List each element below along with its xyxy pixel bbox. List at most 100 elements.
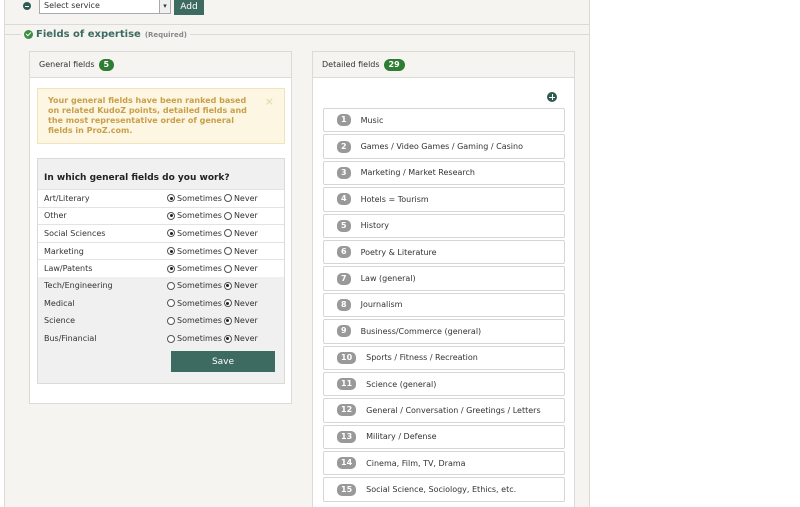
general-fields-form: In which general fields do you work? Art…	[37, 158, 285, 384]
radio-sometimes[interactable]	[167, 299, 175, 308]
general-field-row: Tech/Engineering Sometimes Never	[38, 277, 284, 295]
detailed-field-label: Marketing / Market Research	[360, 168, 475, 178]
general-field-row: Science Sometimes Never	[38, 312, 284, 330]
detailed-field-label: Law (general)	[360, 274, 416, 284]
detailed-field-item[interactable]: 9 Business/Commerce (general)	[323, 319, 565, 344]
radio-label-sometimes: Sometimes	[177, 246, 222, 256]
general-fields-count-badge: 5	[98, 58, 115, 71]
form-question: In which general fields do you work?	[44, 173, 230, 183]
radio-sometimes[interactable]	[167, 264, 175, 273]
radio-label-sometimes: Sometimes	[177, 316, 222, 326]
radio-never[interactable]	[223, 211, 232, 220]
radio-label-never: Never	[233, 246, 258, 256]
general-field-label: Other	[44, 211, 67, 221]
detailed-field-item[interactable]: 6 Poetry & Literature	[323, 239, 565, 265]
detailed-field-item[interactable]: 13 Military / Defense	[323, 424, 565, 450]
detailed-fields-title: Detailed fields	[322, 60, 380, 69]
detailed-field-label: Games / Video Games / Gaming / Casino	[360, 142, 523, 152]
rank-badge: 3	[337, 166, 351, 179]
detailed-field-item[interactable]: 4 Hotels = Tourism	[323, 187, 565, 212]
radio-never[interactable]	[223, 281, 232, 290]
radio-sometimes[interactable]	[167, 247, 175, 256]
radio-never[interactable]	[223, 316, 232, 325]
radio-never[interactable]	[223, 299, 232, 308]
radio-never[interactable]	[223, 247, 232, 256]
rank-badge: 1	[337, 114, 351, 127]
general-field-label: Science	[44, 316, 76, 326]
save-button[interactable]: Save	[171, 351, 275, 372]
general-field-label: Medical	[44, 298, 75, 308]
notice-text: Your general fields have been ranked bas…	[48, 96, 247, 135]
rank-badge: 11	[337, 378, 357, 391]
general-field-label: Bus/Financial	[44, 334, 97, 344]
radio-label-never: Never	[233, 193, 258, 203]
radio-never[interactable]	[223, 264, 232, 273]
service-select[interactable]: Select service ▾	[39, 0, 171, 14]
detailed-field-label: Sports / Fitness / Recreation	[366, 353, 478, 363]
detailed-field-label: History	[360, 221, 390, 231]
detailed-fields-list: 1 Music 2 Games / Video Games / Gaming / Ca…	[323, 108, 565, 504]
detailed-field-item[interactable]: 10 Sports / Fitness / Recreation	[323, 345, 565, 370]
detailed-field-item[interactable]: 5 History	[323, 213, 565, 238]
service-select-value: Select service	[44, 1, 100, 10]
detailed-field-label: Military / Defense	[366, 432, 437, 442]
close-icon[interactable]: ×	[265, 95, 274, 108]
rank-badge: 4	[337, 193, 351, 206]
frequency-options: Sometimes Never	[167, 229, 260, 238]
detailed-field-item[interactable]: 11 Science (general)	[323, 371, 565, 397]
detailed-field-label: Journalism	[360, 300, 403, 310]
detailed-field-label: Social Science, Sociology, Ethics, etc.	[366, 485, 517, 495]
detailed-field-item[interactable]: 15 Social Science, Sociology, Ethics, etc…	[323, 477, 565, 502]
general-field-row: Marketing Sometimes Never	[38, 241, 284, 260]
radio-never[interactable]	[223, 194, 232, 203]
detailed-field-item[interactable]: 14 Cinema, Film, TV, Drama	[323, 451, 565, 476]
section-legend: Fields of expertise (Required)	[21, 29, 190, 40]
general-field-row: Medical Sometimes Never	[38, 295, 284, 313]
radio-sometimes[interactable]	[167, 229, 175, 238]
remove-icon[interactable]	[23, 2, 31, 10]
general-field-label: Tech/Engineering	[44, 281, 113, 291]
general-field-label: Social Sciences	[44, 228, 106, 238]
radio-label-sometimes: Sometimes	[177, 334, 222, 344]
radio-label-never: Never	[233, 281, 258, 291]
rank-badge: 9	[337, 325, 351, 338]
detailed-field-label: Cinema, Film, TV, Drama	[366, 458, 466, 468]
detailed-field-item[interactable]: 7 Law (general)	[323, 266, 565, 291]
add-service-button[interactable]: Add	[174, 0, 204, 15]
detailed-field-label: Poetry & Literature	[360, 247, 437, 257]
radio-sometimes[interactable]	[167, 334, 175, 343]
frequency-options: Sometimes Never	[167, 316, 260, 325]
rank-badge: 6	[337, 246, 351, 259]
radio-sometimes[interactable]	[167, 211, 175, 220]
detailed-field-item[interactable]: 2 Games / Video Games / Gaming / Casino	[323, 134, 565, 159]
detailed-field-item[interactable]: 3 Marketing / Market Research	[323, 160, 565, 186]
rank-badge: 15	[337, 483, 357, 496]
rank-badge: 12	[337, 404, 357, 417]
radio-sometimes[interactable]	[167, 281, 175, 290]
rank-badge: 14	[337, 457, 357, 470]
rank-badge: 7	[337, 272, 351, 285]
radio-sometimes[interactable]	[167, 194, 175, 203]
detailed-field-item[interactable]: 8 Journalism	[323, 292, 565, 318]
radio-label-sometimes: Sometimes	[177, 211, 222, 221]
detailed-field-item[interactable]: 12 General / Conversation / Greetings / L…	[323, 398, 565, 423]
general-field-row: Law/Patents Sometimes Never	[38, 259, 284, 277]
radio-never[interactable]	[223, 229, 232, 238]
detailed-field-label: General / Conversation / Greetings / Let…	[366, 405, 541, 415]
frequency-options: Sometimes Never	[167, 247, 260, 256]
detailed-field-label: Business/Commerce (general)	[360, 326, 482, 336]
radio-label-sometimes: Sometimes	[177, 264, 222, 274]
general-field-rows: Art/Literary Sometimes Never Other Sometimes…	[38, 189, 284, 347]
detailed-fields-count-badge: 29	[383, 58, 405, 71]
radio-never[interactable]	[223, 334, 232, 343]
general-fields-panel: General fields 5 Your general fields hav…	[29, 51, 292, 404]
radio-sometimes[interactable]	[167, 316, 175, 325]
detailed-field-item[interactable]: 1 Music	[323, 108, 565, 133]
frequency-options: Sometimes Never	[167, 264, 260, 273]
page-container: Select service ▾ Add Fields of expertise…	[4, 0, 590, 507]
add-detailed-field-icon[interactable]	[547, 92, 557, 102]
frequency-options: Sometimes Never	[167, 281, 260, 290]
radio-label-sometimes: Sometimes	[177, 193, 222, 203]
general-field-row: Social Sciences Sometimes Never	[38, 224, 284, 242]
rank-badge: 8	[337, 298, 351, 311]
